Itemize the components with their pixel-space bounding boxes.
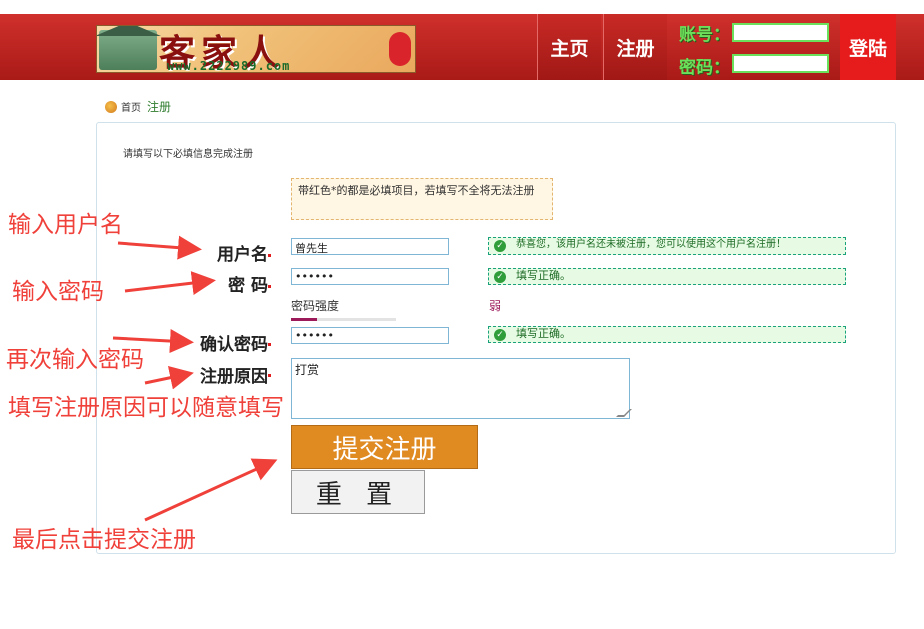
reason-text: 打赏 <box>295 363 320 377</box>
confirm-password-input[interactable]: •••••• <box>291 327 449 344</box>
confirm-password-label: 确认密码 <box>200 335 268 355</box>
form-title: 请填写以下必填信息完成注册 <box>123 149 253 160</box>
login-password-label: 密码： <box>679 58 730 78</box>
required-marker <box>268 285 271 288</box>
check-icon: ✓ <box>494 271 506 283</box>
login-username-label: 账号： <box>679 25 730 45</box>
logo-url: www.2222989.com <box>167 59 291 73</box>
annotation-confirm: 再次输入密码 <box>6 347 144 373</box>
strength-value: 弱 <box>489 299 502 313</box>
breadcrumb-current: 注册 <box>147 100 172 114</box>
annotation-reason: 填写注册原因可以随意填写 <box>8 395 284 421</box>
annotation-username: 输入用户名 <box>8 212 123 238</box>
required-notice: 带红色*的都是必填项目，若填写不全将无法注册 <box>291 178 553 220</box>
password-hint-text: 填写正确。 <box>516 269 571 282</box>
resize-grip-icon[interactable] <box>616 409 632 417</box>
home-icon <box>105 100 117 113</box>
username-hint: ✓ 恭喜您，该用户名还未被注册，您可以使用这个用户名注册！ <box>488 237 846 255</box>
strength-fill <box>291 318 318 321</box>
required-marker <box>268 254 271 257</box>
strength-label: 密码强度 <box>291 299 340 313</box>
site-logo[interactable]: 客家人 www.2222989.com <box>96 25 416 73</box>
confirm-hint: ✓ 填写正确。 <box>488 326 846 343</box>
submit-register-button[interactable]: 提交注册 <box>291 425 478 469</box>
reason-textarea[interactable]: 打赏 <box>291 358 632 419</box>
username-input[interactable]: 曾先生 <box>291 238 449 255</box>
annotation-password: 输入密码 <box>12 279 104 305</box>
check-icon: ✓ <box>494 240 506 252</box>
username-label: 用户名 <box>217 245 268 265</box>
required-marker <box>268 374 271 377</box>
password-hint: ✓ 填写正确。 <box>488 268 846 285</box>
required-marker <box>268 343 271 346</box>
reason-label: 注册原因 <box>200 367 268 387</box>
breadcrumb: 首页 注册 <box>105 98 171 115</box>
annotation-submit: 最后点击提交注册 <box>12 527 196 553</box>
reset-button[interactable]: 重 置 <box>291 470 425 514</box>
nav-home-button[interactable]: 主页 <box>537 14 601 80</box>
password-input[interactable]: •••••• <box>291 268 449 285</box>
check-icon: ✓ <box>494 329 506 341</box>
login-button[interactable]: 登陆 <box>840 14 896 80</box>
login-password-input[interactable] <box>732 54 829 73</box>
logo-house-icon <box>97 26 161 70</box>
username-hint-text: 恭喜您，该用户名还未被注册，您可以使用这个用户名注册！ <box>516 239 786 250</box>
password-label: 密 码 <box>228 276 268 296</box>
breadcrumb-home-link[interactable]: 首页 <box>121 99 141 114</box>
nav-register-button[interactable]: 注册 <box>603 14 667 80</box>
login-username-input[interactable] <box>732 23 829 42</box>
strength-bar <box>291 318 396 321</box>
confirm-hint-text: 填写正确。 <box>516 327 571 340</box>
logo-badge-icon <box>389 32 411 66</box>
